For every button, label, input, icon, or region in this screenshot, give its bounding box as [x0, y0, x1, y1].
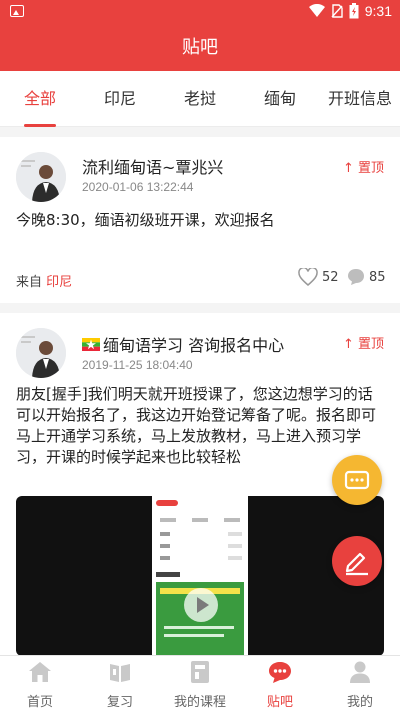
tab-class-info[interactable]: 开班信息	[328, 71, 400, 127]
nav-label: 复习	[106, 695, 133, 710]
post-author-row: 缅甸语学习 咨询报名中心	[82, 332, 284, 356]
book-icon	[110, 664, 130, 682]
status-time: 9:31	[364, 3, 392, 19]
course-icon	[191, 661, 209, 683]
source-link[interactable]: 印尼	[46, 275, 72, 290]
video-player[interactable]	[16, 496, 384, 656]
video-thumbnail-image	[152, 496, 248, 656]
pinned-label: 置顶	[357, 337, 384, 352]
avatar[interactable]	[16, 328, 66, 378]
post-author[interactable]: 流利缅甸语~覃兆兴	[82, 154, 223, 178]
forum-icon	[269, 662, 291, 683]
nav-review[interactable]: 复习	[80, 656, 160, 711]
nav-label: 首页	[26, 695, 53, 710]
category-tabs: 全部 印尼 老挝 缅甸 开班信息	[0, 71, 400, 127]
tab-myanmar[interactable]: 缅甸	[250, 71, 310, 127]
post-source: 来自 印尼	[16, 271, 72, 290]
post-author[interactable]: 缅甸语学习 咨询报名中心	[103, 332, 284, 356]
post-date: 2020-01-06 13:22:44	[82, 180, 194, 194]
pinned-badge: ↑ 置顶	[343, 333, 384, 352]
nav-label: 我的课程	[173, 695, 226, 710]
tab-laos[interactable]: 老挝	[170, 71, 230, 127]
pinned-label: 置顶	[357, 161, 384, 176]
myanmar-flag-icon	[82, 337, 100, 351]
pinned-badge: ↑ 置顶	[343, 157, 384, 176]
post-card[interactable]: 流利缅甸语~覃兆兴 2020-01-06 13:22:44 ↑ 置顶 今晚8:3…	[0, 137, 400, 303]
avatar[interactable]	[16, 152, 66, 202]
nav-home[interactable]: 首页	[0, 656, 80, 711]
nav-my-courses[interactable]: 我的课程	[160, 656, 240, 711]
play-icon[interactable]	[184, 588, 218, 622]
bottom-navigation: 首页 复习 我的课程 贴吧 我的	[0, 655, 400, 711]
author-avatar-image	[16, 152, 66, 202]
nav-forum[interactable]: 贴吧	[240, 656, 320, 711]
nav-profile[interactable]: 我的	[320, 656, 400, 711]
tab-indicator	[24, 124, 56, 127]
battery-charging-icon	[349, 3, 359, 19]
home-icon	[29, 662, 51, 682]
post-date: 2019-11-25 18:04:40	[82, 358, 193, 372]
tab-indonesia[interactable]: 印尼	[90, 71, 150, 127]
status-icons: 9:31	[308, 3, 392, 19]
pen-icon	[345, 552, 368, 576]
comment-count: 85	[369, 269, 386, 285]
post-content[interactable]: 今晚8:30，缅语初级班开课，欢迎报名	[16, 210, 384, 231]
like-button[interactable]: 52	[298, 268, 339, 286]
comment-button[interactable]: 85	[347, 268, 386, 286]
new-post-button[interactable]	[332, 536, 382, 586]
nav-label: 贴吧	[266, 695, 293, 710]
pin-icon: ↑	[342, 161, 354, 176]
status-bar: 9:31	[0, 0, 400, 24]
pin-icon: ↑	[342, 337, 354, 352]
chat-icon	[344, 470, 370, 490]
profile-icon	[350, 661, 370, 683]
video-thumbnail	[152, 496, 248, 656]
heart-icon	[298, 268, 318, 286]
gallery-notification-icon	[10, 5, 24, 17]
tab-all[interactable]: 全部	[10, 71, 70, 127]
source-prefix: 来自	[16, 275, 43, 290]
author-avatar-image	[16, 328, 66, 378]
chat-button[interactable]	[332, 455, 382, 505]
comment-icon	[348, 269, 364, 285]
post-content[interactable]: 朋友[握手]我们明天就开班授课了，您这边想学习的话可以开始报名了，我这边开始登记…	[16, 384, 384, 468]
nav-label: 我的	[346, 695, 373, 710]
page-title: 贴吧	[0, 24, 400, 71]
no-sim-icon	[331, 4, 343, 18]
wifi-icon	[308, 4, 325, 17]
like-count: 52	[322, 269, 339, 285]
